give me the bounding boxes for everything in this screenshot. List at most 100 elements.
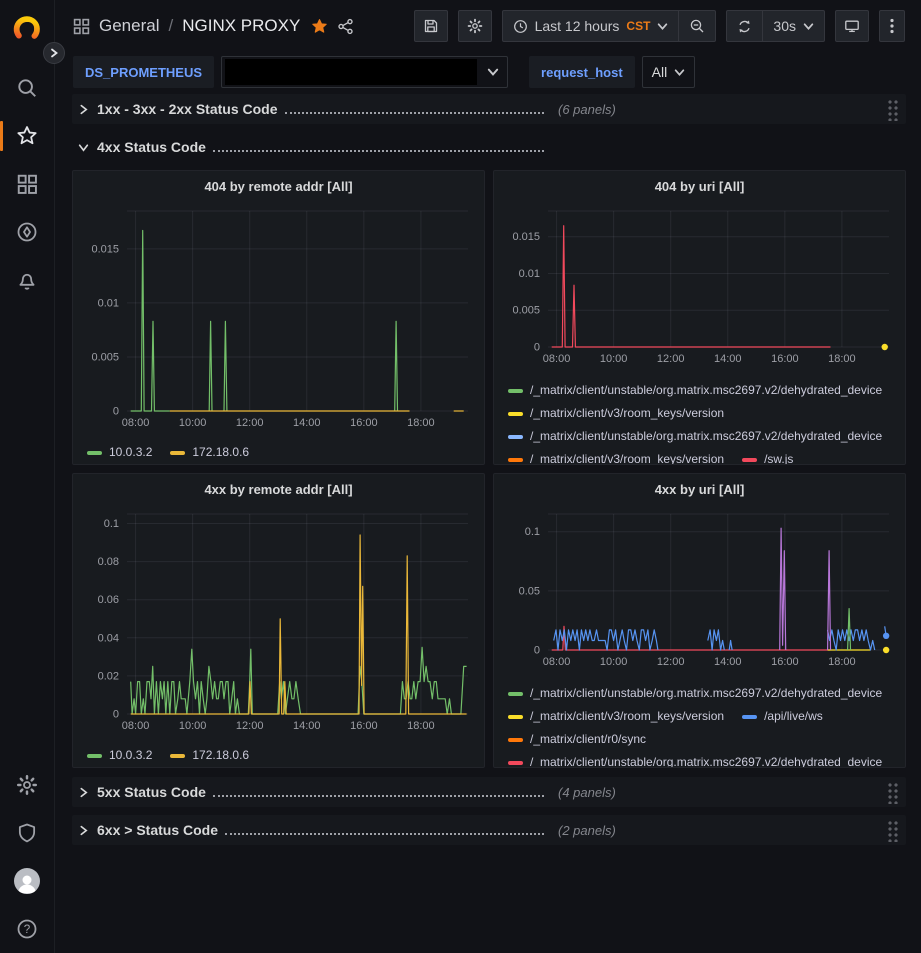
legend-item[interactable]: /_matrix/client/r0/sync [508, 728, 646, 751]
svg-text:14:00: 14:00 [714, 353, 742, 365]
time-range-picker[interactable]: Last 12 hours CST [503, 11, 679, 41]
sidebar-item-starred[interactable] [0, 112, 55, 160]
share-icon[interactable] [337, 18, 354, 35]
legend-item[interactable]: /_matrix/client/unstable/org.matrix.msc2… [508, 379, 882, 402]
svg-text:10:00: 10:00 [179, 417, 207, 429]
row-title: 6xx > Status Code [97, 822, 218, 838]
grafana-logo[interactable] [12, 12, 42, 42]
timeseries-chart-404-by-uri[interactable]: 00.0050.010.01508:0010:0012:0014:0016:00… [502, 201, 899, 369]
variable-label-request-host[interactable]: request_host [529, 56, 635, 88]
dashboard-title[interactable]: NGINX PROXY [182, 16, 300, 36]
panel-title[interactable]: 4xx by uri [All] [502, 474, 897, 504]
tv-mode-button[interactable] [835, 10, 869, 42]
legend-item[interactable]: /api/live/ws [742, 705, 823, 728]
panels-grid: 404 by remote addr [All] 00.0050.010.015… [72, 170, 906, 768]
row-drag-handle[interactable] [886, 98, 898, 121]
refresh-interval-select[interactable]: 30s [762, 11, 824, 41]
chevron-down-icon [803, 21, 814, 32]
grafana-app: ? General / NGINX PROXY [0, 0, 921, 953]
svg-text:18:00: 18:00 [828, 656, 856, 668]
svg-text:0.1: 0.1 [104, 518, 119, 530]
sidebar-item-help[interactable]: ? [0, 905, 55, 953]
legend-series-label: /_matrix/client/v3/room_keys/version [530, 705, 724, 728]
svg-text:0.04: 0.04 [98, 632, 119, 644]
datasource-select[interactable] [221, 56, 508, 88]
shield-icon [16, 822, 38, 844]
dashboard-settings-button[interactable] [458, 10, 492, 42]
legend-series-color [87, 754, 102, 758]
legend-item[interactable]: /_matrix/client/unstable/org.matrix.msc2… [508, 682, 882, 705]
legend-item[interactable]: 172.18.0.6 [170, 744, 249, 767]
legend-item[interactable]: /_matrix/client/v3/room_keys/version [508, 448, 724, 465]
legend-series-label: /_matrix/client/unstable/org.matrix.msc2… [530, 751, 882, 768]
zoom-out-time-button[interactable] [678, 11, 715, 41]
svg-text:08:00: 08:00 [122, 417, 150, 429]
compass-icon [16, 221, 38, 243]
svg-text:0.05: 0.05 [519, 585, 540, 597]
save-dashboard-button[interactable] [414, 10, 448, 42]
variable-label-ds-prometheus[interactable]: DS_PROMETHEUS [73, 56, 214, 88]
legend-item[interactable]: /_matrix/client/v3/room_keys/version [508, 705, 724, 728]
row-drag-handle[interactable] [886, 819, 898, 842]
panel-title[interactable]: 404 by uri [All] [502, 171, 897, 201]
legend-series-label: /sw.js [764, 448, 793, 465]
legend-series-color [508, 692, 523, 696]
zoom-out-icon [689, 18, 705, 34]
legend-item[interactable]: /_matrix/client/unstable/org.matrix.msc2… [508, 751, 882, 768]
apps-grid-icon [73, 18, 90, 35]
legend-item[interactable]: /_matrix/client/v3/room_keys/version [508, 402, 724, 425]
svg-text:0.06: 0.06 [98, 594, 119, 606]
panel-legend: /_matrix/client/unstable/org.matrix.msc2… [508, 682, 897, 768]
sidebar-item-dashboards[interactable] [0, 160, 55, 208]
legend-series-color [742, 458, 757, 462]
dashboard-header: General / NGINX PROXY [55, 0, 921, 52]
legend-item[interactable]: /sw.js [742, 448, 793, 465]
svg-text:08:00: 08:00 [543, 656, 571, 668]
panel-title[interactable]: 4xx by remote addr [All] [81, 474, 476, 504]
svg-text:12:00: 12:00 [657, 656, 685, 668]
refresh-button[interactable] [727, 11, 762, 41]
svg-text:0: 0 [113, 709, 119, 721]
legend-series-label: /_matrix/client/v3/room_keys/version [530, 402, 724, 425]
refresh-interval-label: 30s [773, 18, 796, 34]
svg-text:0.005: 0.005 [91, 351, 119, 363]
svg-text:14:00: 14:00 [293, 720, 321, 732]
legend-item[interactable]: /_matrix/client/unstable/org.matrix.msc2… [508, 425, 882, 448]
sidebar-item-configuration[interactable] [0, 761, 55, 809]
timeseries-chart-4xx-by-uri[interactable]: 00.050.108:0010:0012:0014:0016:0018:00 [502, 504, 899, 672]
row-drag-handle[interactable] [886, 781, 898, 804]
sidebar-item-search[interactable] [0, 64, 55, 112]
svg-text:0.015: 0.015 [512, 231, 540, 243]
row-leader-dots [213, 150, 544, 152]
panel-title[interactable]: 404 by remote addr [All] [81, 171, 476, 201]
svg-text:0.005: 0.005 [512, 305, 540, 317]
refresh-group: 30s [726, 10, 825, 42]
row-header-6xx[interactable]: 6xx > Status Code (2 panels) [72, 815, 906, 845]
legend-item[interactable]: 10.0.3.2 [87, 744, 152, 767]
search-icon [16, 77, 38, 99]
legend-series-label: /_matrix/client/v3/room_keys/version [530, 448, 724, 465]
legend-item[interactable]: 172.18.0.6 [170, 441, 249, 464]
sidebar-item-server-admin[interactable] [0, 809, 55, 857]
row-header-1xx-3xx-2xx[interactable]: 1xx - 3xx - 2xx Status Code (6 panels) [72, 94, 906, 124]
breadcrumb-folder[interactable]: General [99, 16, 159, 36]
timeseries-chart-404-by-remote-addr[interactable]: 00.0050.010.01508:0010:0012:0014:0016:00… [81, 201, 478, 433]
svg-text:16:00: 16:00 [771, 656, 799, 668]
svg-text:0: 0 [534, 342, 540, 354]
sidebar-expand-button[interactable] [43, 42, 65, 64]
row-panel-count: (2 panels) [558, 823, 616, 838]
refresh-icon [737, 19, 752, 34]
sidebar-item-explore[interactable] [0, 208, 55, 256]
favorite-star-icon[interactable] [311, 18, 328, 35]
legend-series-color [87, 451, 102, 455]
sidebar-item-profile[interactable] [0, 857, 55, 905]
request-host-select[interactable]: All [642, 56, 696, 88]
timeseries-chart-4xx-by-remote-addr[interactable]: 00.020.040.060.080.108:0010:0012:0014:00… [81, 504, 478, 736]
row-header-4xx[interactable]: 4xx Status Code [72, 132, 906, 162]
legend-item[interactable]: 10.0.3.2 [87, 441, 152, 464]
svg-text:10:00: 10:00 [179, 720, 207, 732]
kebab-menu-button[interactable] [879, 10, 905, 42]
time-picker-group: Last 12 hours CST [502, 10, 717, 42]
sidebar-item-alerting[interactable] [0, 256, 55, 304]
row-header-5xx[interactable]: 5xx Status Code (4 panels) [72, 777, 906, 807]
